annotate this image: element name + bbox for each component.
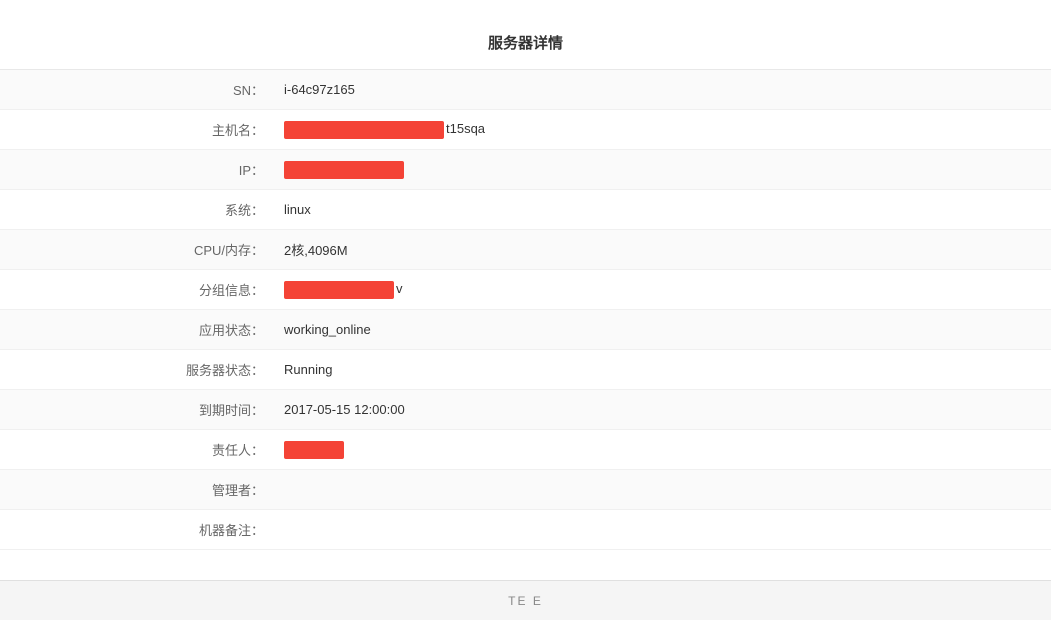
field-value: i-64c97z165 [280, 82, 1051, 97]
field-value: linux [280, 202, 1051, 217]
field-label: 机器备注： [0, 520, 280, 539]
detail-row: IP： [0, 150, 1051, 190]
field-value: v [280, 281, 1051, 299]
field-label: 管理者： [0, 480, 280, 499]
field-value: 2核,4096M [280, 240, 1051, 259]
field-label: 主机名： [0, 120, 280, 139]
redacted-value [284, 121, 444, 139]
detail-row: 应用状态：working_online [0, 310, 1051, 350]
field-label: 分组信息： [0, 280, 280, 299]
field-value: t15sqa [280, 121, 1051, 139]
detail-row: SN：i-64c97z165 [0, 70, 1051, 110]
field-label: 服务器状态： [0, 360, 280, 379]
detail-row: 服务器状态：Running [0, 350, 1051, 390]
field-label: 到期时间： [0, 400, 280, 419]
field-value: Running [280, 362, 1051, 377]
detail-row: 责任人： [0, 430, 1051, 470]
field-label: 系统： [0, 200, 280, 219]
detail-row: 到期时间：2017-05-15 12:00:00 [0, 390, 1051, 430]
detail-row: 管理者： [0, 470, 1051, 510]
field-value: 2017-05-15 12:00:00 [280, 402, 1051, 417]
field-value [280, 441, 1051, 459]
detail-row: 分组信息：v [0, 270, 1051, 310]
field-label: 责任人： [0, 440, 280, 459]
page-title: 服务器详情 [0, 20, 1051, 70]
field-label: IP： [0, 160, 280, 179]
detail-row: 机器备注： [0, 510, 1051, 550]
detail-row: 主机名：t15sqa [0, 110, 1051, 150]
detail-row: CPU/内存：2核,4096M [0, 230, 1051, 270]
field-label: CPU/内存： [0, 240, 280, 259]
detail-table: SN：i-64c97z165主机名：t15sqaIP：系统：linuxCPU/内… [0, 70, 1051, 550]
field-value: working_online [280, 322, 1051, 337]
field-label: SN： [0, 80, 280, 99]
footer-bar: TE E [0, 580, 1051, 620]
redacted-value [284, 441, 344, 459]
field-label: 应用状态： [0, 320, 280, 339]
redacted-value [284, 161, 404, 179]
page-container: 服务器详情 SN：i-64c97z165主机名：t15sqaIP：系统：linu… [0, 0, 1051, 570]
detail-row: 系统：linux [0, 190, 1051, 230]
field-value [280, 161, 1051, 179]
footer-text: TE E [508, 594, 543, 608]
redacted-value [284, 281, 394, 299]
